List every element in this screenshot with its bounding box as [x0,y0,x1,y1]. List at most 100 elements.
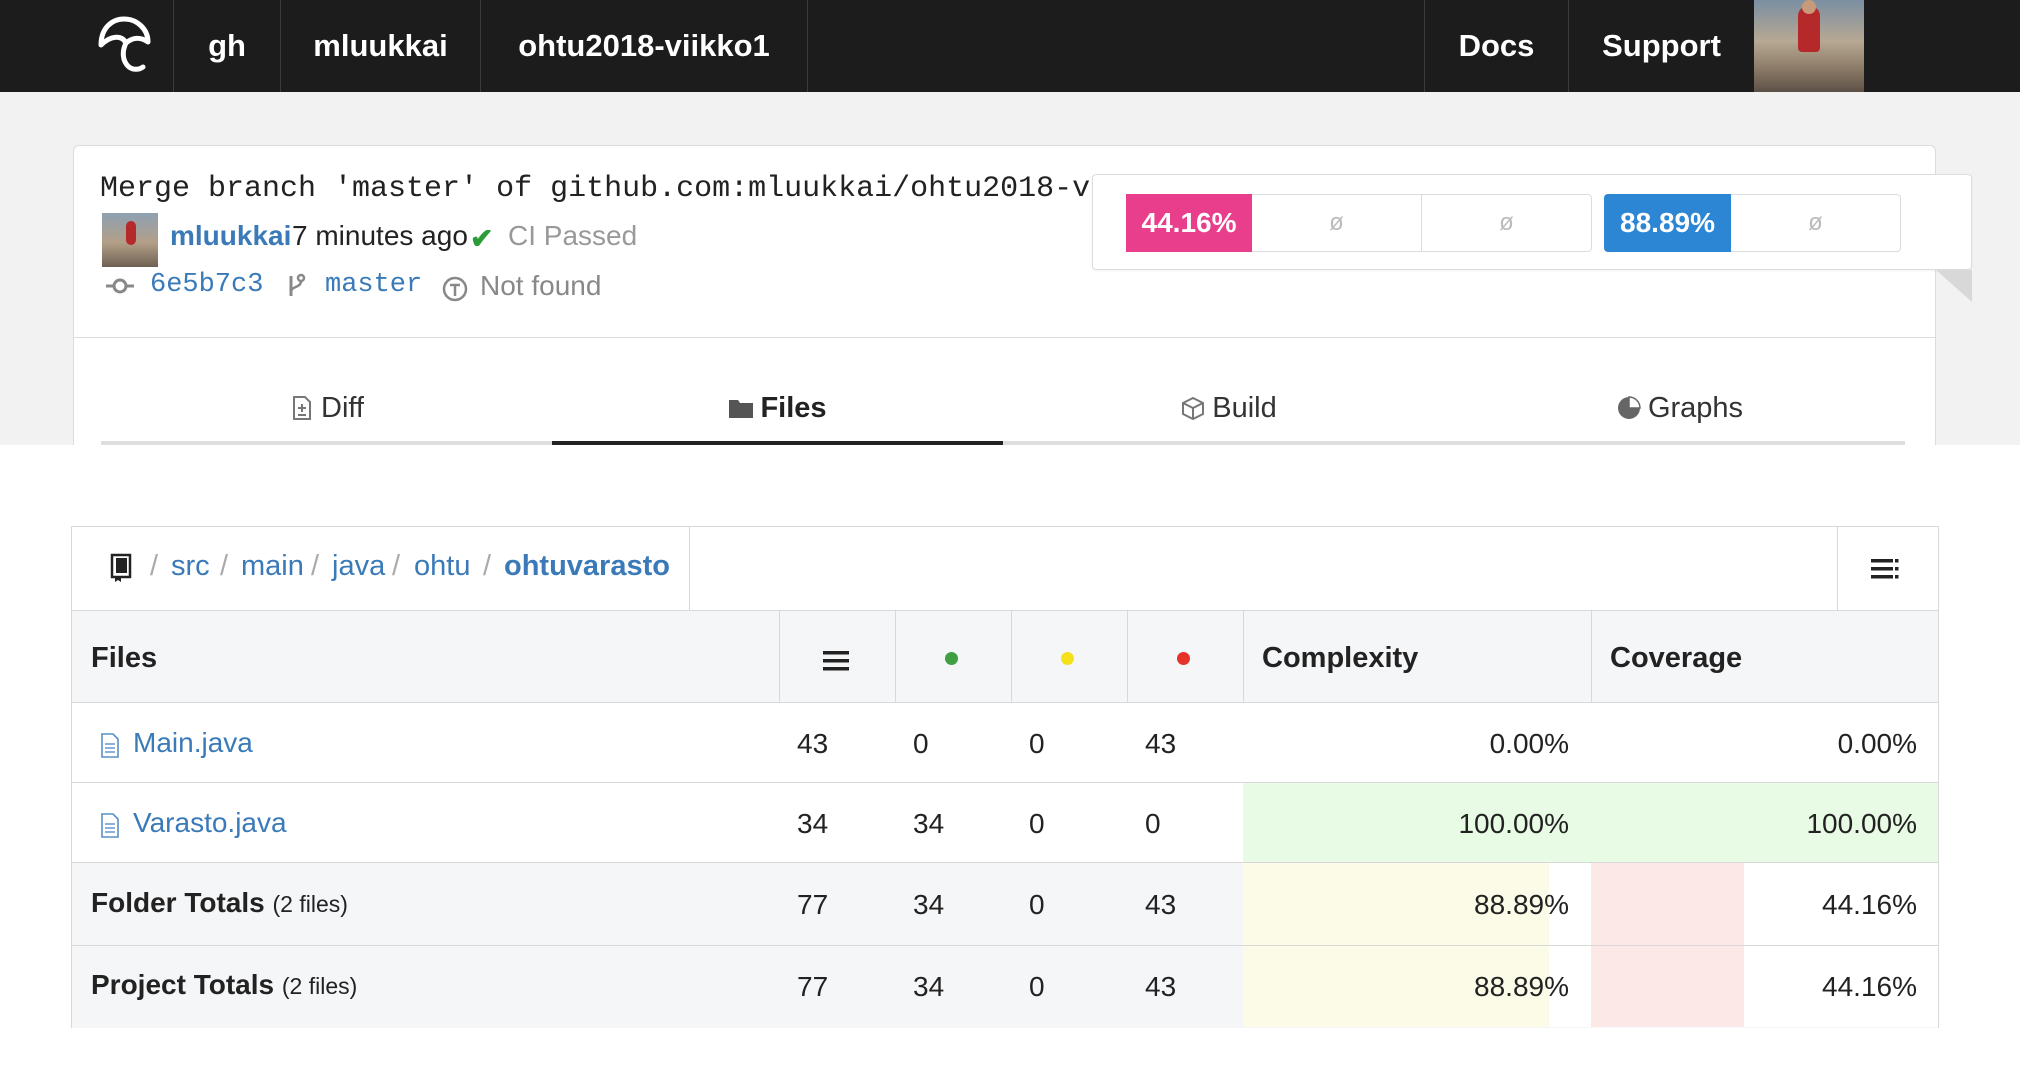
row-misses: 43 [1145,728,1177,759]
totals-lines: 77 [797,971,829,1002]
nav-owner-link[interactable]: mluukkai [281,0,481,92]
header-divider [1591,611,1592,703]
check-icon: ✔ [470,223,494,254]
totals-hits: 34 [913,889,945,920]
tab-diff-underline [101,441,552,445]
breadcrumb-right-divider [1837,527,1838,611]
tab-files[interactable]: Files [552,373,1003,443]
file-icon [101,813,119,838]
breadcrumb-separator: / [483,550,492,582]
project-totals-label: Project Totals (2 files) [91,969,357,1001]
row-lines: 43 [797,728,829,759]
branch-icon [289,273,306,296]
totals-lines: 77 [797,889,829,920]
totals-complexity: 88.89% [1474,889,1569,920]
nav-service-gh[interactable]: gh [174,0,281,92]
diff-file-icon [293,396,311,420]
totals-coverage: 44.16% [1822,889,1917,920]
nav-support-link[interactable]: Support [1569,0,1754,92]
row-complexity: 0.00% [1489,728,1569,759]
breadcrumb-separator: / [150,550,159,582]
row-partials: 0 [1029,728,1045,759]
header-divider [1011,611,1012,703]
totals-coverage: 44.16% [1822,971,1917,1002]
folder-totals-title: Folder Totals [91,887,265,918]
tab-graphs[interactable]: Graphs [1454,373,1905,443]
author-name-link[interactable]: mluukkai [170,220,291,252]
totals-box-tail [1936,270,1972,302]
breadcrumb-java[interactable]: java [332,550,385,583]
row-hits: 34 [913,808,945,839]
list-view-icon[interactable] [1870,557,1900,581]
row-coverage: 0.00% [1837,728,1917,759]
commit-time: 7 minutes ago [292,220,468,251]
header-files[interactable]: Files [91,642,157,675]
file-icon [101,733,119,758]
partials-header-dot[interactable] [1061,652,1074,665]
breadcrumb-ohtu[interactable]: ohtu [414,550,470,583]
branch-link[interactable]: master [325,270,422,300]
project-totals-note: (2 files) [281,973,358,999]
header-complexity[interactable]: Complexity [1262,642,1418,675]
nav-repo-link[interactable]: ohtu2018-viikko1 [481,0,808,92]
user-avatar[interactable] [1754,0,1864,92]
tab-diff-label: Diff [321,391,364,424]
breadcrumb-separator: / [311,550,320,582]
breadcrumb-separator: / [392,550,401,582]
base-status: Not found [480,270,602,301]
coverage-shade [1591,946,1744,1027]
coverage-change-1: ø [1252,194,1422,252]
repo-book-icon[interactable] [108,553,134,583]
pie-chart-icon [1617,396,1641,419]
codecov-logo[interactable] [74,0,174,92]
row-lines: 34 [797,808,829,839]
header-divider [1127,611,1128,703]
author-avatar [102,213,158,267]
totals-misses: 43 [1145,889,1177,920]
clock-question-icon [442,276,468,302]
folder-totals-label: Folder Totals (2 files) [91,887,348,919]
diff-coverage-badge[interactable]: 88.89% [1604,194,1731,252]
header-divider [1243,611,1244,703]
totals-partials: 0 [1029,889,1045,920]
project-totals-title: Project Totals [91,969,275,1000]
header-divider [895,611,896,703]
table-row [72,703,1938,783]
coverage-badge[interactable]: 44.16% [1126,194,1252,252]
umbrella-logo-icon [98,16,150,72]
row-partials: 0 [1029,808,1045,839]
misses-header-dot[interactable] [1177,652,1190,665]
tab-diff[interactable]: Diff [101,373,552,443]
tab-build-label: Build [1212,391,1277,424]
header-coverage[interactable]: Coverage [1610,642,1742,675]
commit-message: Merge branch 'master' of github.com:mluu… [100,172,1095,206]
hits-header-dot[interactable] [945,652,958,665]
tabs-divider [73,337,1936,338]
breadcrumb-separator: / [220,550,229,582]
ci-status: CI Passed [508,220,638,251]
totals-partials: 0 [1029,971,1045,1002]
file-link-varasto-java[interactable]: Varasto.java [133,807,287,839]
row-hits: 0 [913,728,929,759]
totals-complexity: 88.89% [1474,971,1569,1002]
breadcrumb-main[interactable]: main [241,550,304,583]
breadcrumb-src[interactable]: src [171,550,210,583]
coverage-shade [1591,863,1744,945]
breadcrumb-divider [689,527,690,611]
coverage-change-2: ø [1422,194,1592,252]
file-link-main-java[interactable]: Main.java [133,727,253,759]
tab-graphs-underline [1454,441,1905,445]
totals-hits: 34 [913,971,945,1002]
coverage-change-3: ø [1731,194,1901,252]
tab-build-underline [1003,441,1454,445]
row-coverage: 100.00% [1806,808,1917,839]
tab-graphs-label: Graphs [1647,391,1744,424]
nav-docs-link[interactable]: Docs [1424,0,1569,92]
folder-totals-note: (2 files) [272,891,348,917]
header-divider [779,611,780,703]
tab-build[interactable]: Build [1003,373,1454,443]
tab-files-label: Files [760,391,827,424]
row-misses: 0 [1145,808,1161,839]
lines-header-icon[interactable] [823,650,849,672]
commit-sha-link[interactable]: 6e5b7c3 [150,270,263,300]
